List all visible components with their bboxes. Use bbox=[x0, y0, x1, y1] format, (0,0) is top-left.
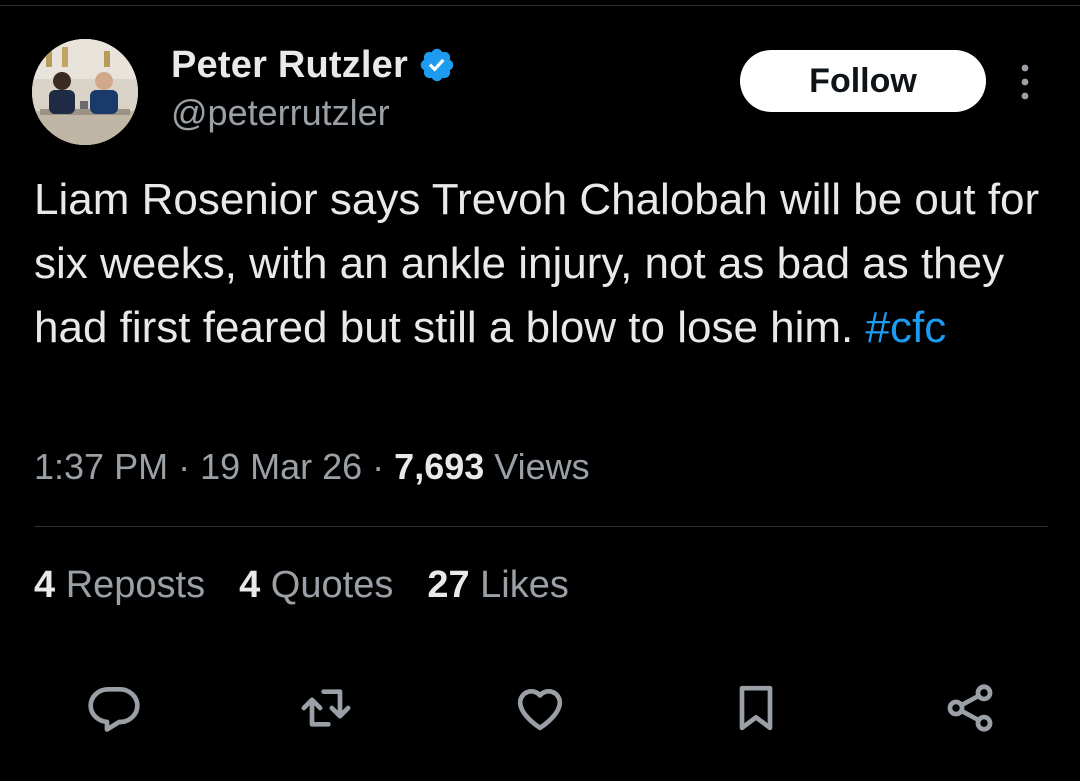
views-count: 7,693 bbox=[394, 446, 485, 487]
bookmark-icon[interactable] bbox=[728, 680, 784, 736]
tweet-text: Liam Rosenior says Trevoh Chalobah will … bbox=[34, 168, 1049, 360]
engagement-stats: 4 Reposts 4 Quotes 27 Likes bbox=[34, 564, 569, 607]
tweet-time[interactable]: 1:37 PM bbox=[34, 446, 168, 487]
likes-stat[interactable]: 27 Likes bbox=[427, 564, 569, 607]
reposts-count: 4 bbox=[34, 564, 56, 606]
likes-count: 27 bbox=[427, 564, 470, 606]
likes-label: Likes bbox=[469, 564, 569, 606]
stats-divider bbox=[34, 526, 1048, 527]
like-icon[interactable] bbox=[512, 680, 568, 736]
avatar[interactable] bbox=[32, 39, 138, 145]
repost-icon[interactable] bbox=[298, 680, 354, 736]
reposts-label: Reposts bbox=[55, 564, 206, 606]
meta-separator: · bbox=[168, 446, 201, 487]
views-label: Views bbox=[484, 446, 590, 487]
author-name-row: Peter Rutzler bbox=[171, 40, 456, 90]
reposts-stat[interactable]: 4 Reposts bbox=[34, 564, 205, 607]
quotes-count: 4 bbox=[239, 564, 261, 606]
author-handle[interactable]: @peterrutzler bbox=[171, 92, 390, 134]
tweet-meta: 1:37 PM · 19 Mar 26 · 7,693 Views bbox=[34, 446, 590, 488]
more-options-icon[interactable] bbox=[1012, 62, 1038, 102]
meta-separator: · bbox=[362, 446, 395, 487]
quotes-label: Quotes bbox=[260, 564, 394, 606]
share-icon[interactable] bbox=[942, 680, 998, 736]
reply-icon[interactable] bbox=[86, 680, 142, 736]
action-bar bbox=[0, 680, 1080, 736]
hashtag-link[interactable]: #cfc bbox=[866, 303, 947, 352]
follow-button[interactable]: Follow bbox=[740, 50, 986, 112]
quotes-stat[interactable]: 4 Quotes bbox=[239, 564, 393, 607]
top-divider bbox=[0, 5, 1080, 6]
author-display-name[interactable]: Peter Rutzler bbox=[171, 44, 408, 87]
verified-badge-icon bbox=[420, 48, 454, 82]
avatar-photo bbox=[32, 39, 138, 145]
tweet-date[interactable]: 19 Mar 26 bbox=[200, 446, 362, 487]
